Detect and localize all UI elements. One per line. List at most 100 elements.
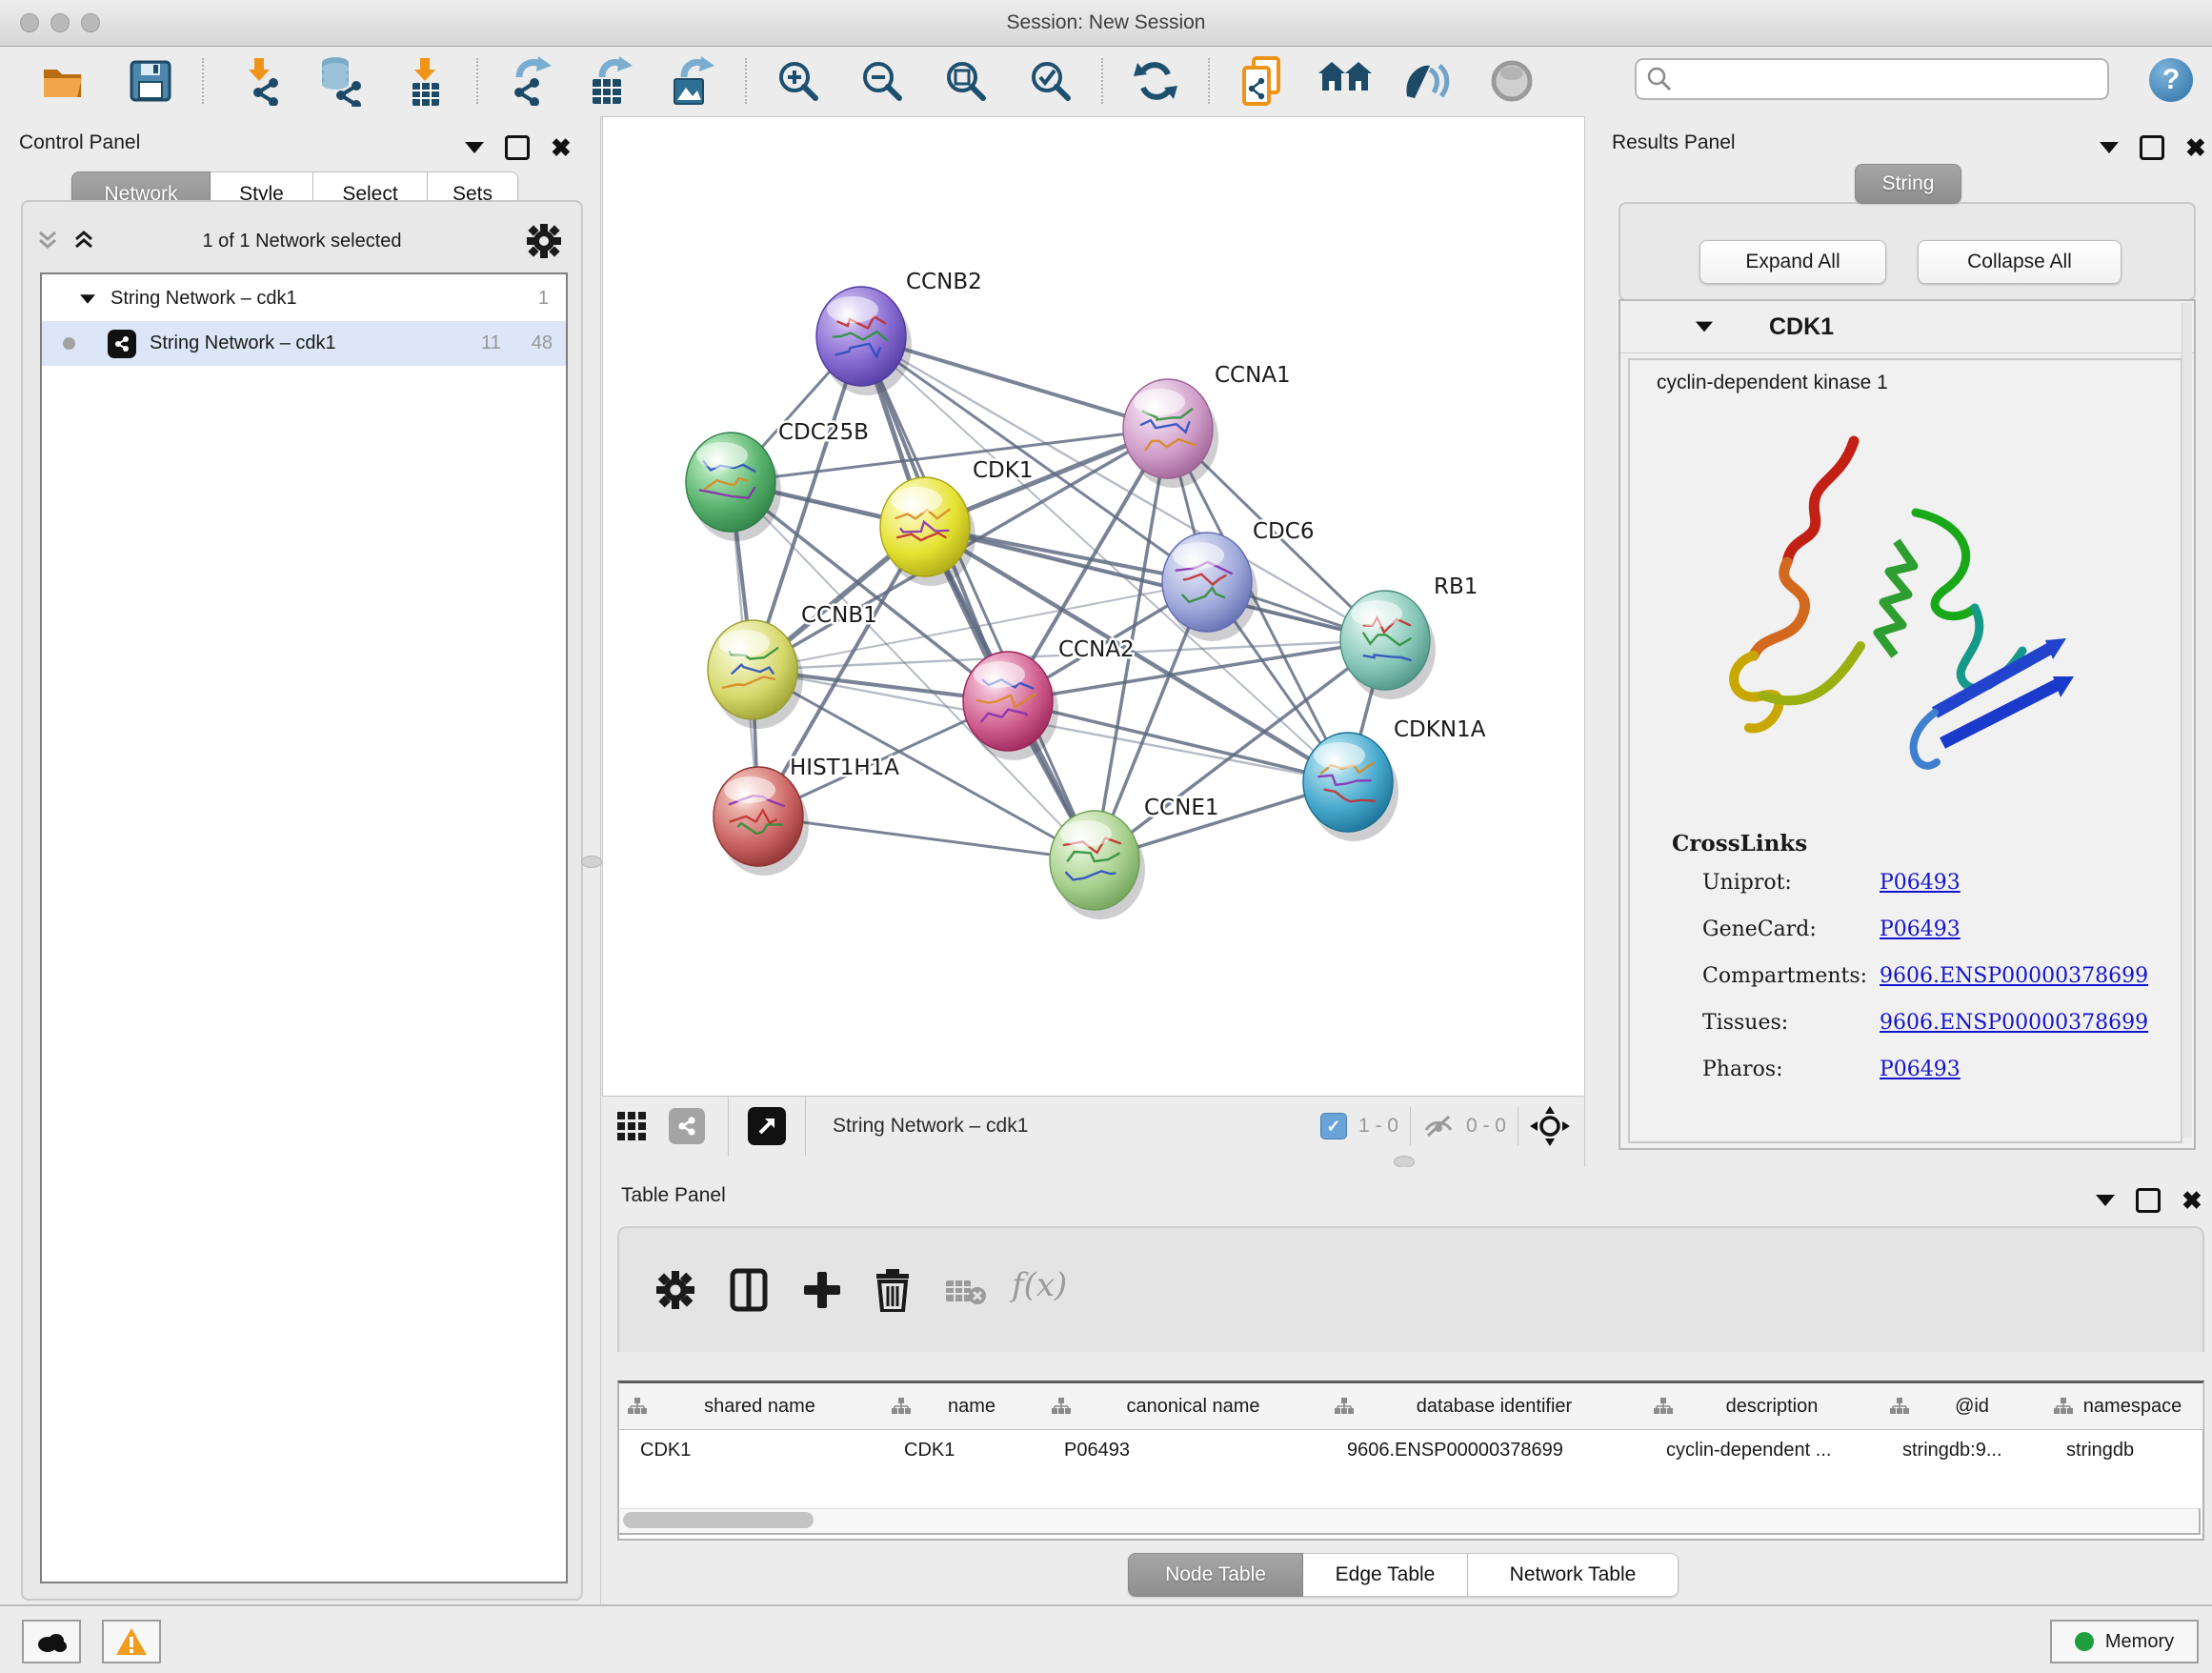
delete-table-button[interactable] bbox=[945, 1278, 987, 1311]
import-network-file-button[interactable] bbox=[233, 54, 287, 108]
panel-menu-icon[interactable] bbox=[2096, 1195, 2115, 1206]
table-cell[interactable]: CDK1 bbox=[619, 1429, 883, 1471]
network-canvas[interactable]: CCNB2CCNA1CDC25BCDK1CDC6RB1CCNB1CCNA2CDK… bbox=[602, 116, 1585, 1098]
cdk1-section-header[interactable]: CDK1 bbox=[1620, 301, 2194, 353]
export-table-button[interactable] bbox=[583, 54, 636, 108]
panel-float-icon[interactable] bbox=[2136, 1188, 2161, 1213]
table-cell[interactable]: CDK1 bbox=[883, 1429, 1043, 1471]
copy-network-button[interactable] bbox=[1237, 54, 1290, 108]
show-columns-button[interactable] bbox=[730, 1268, 768, 1317]
network-edge[interactable] bbox=[758, 816, 1095, 860]
zoom-out-button[interactable] bbox=[855, 54, 909, 108]
splitter-grip-left[interactable] bbox=[581, 856, 602, 868]
copy-network-icon bbox=[1238, 54, 1288, 108]
add-column-button[interactable] bbox=[802, 1270, 842, 1315]
view-grid-button[interactable] bbox=[602, 1097, 661, 1156]
tab-string[interactable]: String bbox=[1855, 164, 1961, 204]
table-options-gear-icon[interactable] bbox=[655, 1270, 695, 1315]
panel-close-icon[interactable]: ✖ bbox=[551, 138, 572, 157]
network-collection-row[interactable]: String Network – cdk1 1 bbox=[42, 276, 566, 321]
save-session-button[interactable] bbox=[124, 54, 177, 108]
panel-float-icon[interactable] bbox=[505, 135, 530, 160]
network-row[interactable]: String Network – cdk1 11 48 bbox=[42, 321, 566, 366]
column-header-name[interactable]: name bbox=[883, 1383, 1044, 1430]
table-cell[interactable]: stringdb bbox=[2045, 1429, 2202, 1471]
table-cell[interactable]: 9606.ENSP00000378699 bbox=[1326, 1429, 1645, 1471]
column-tree-icon bbox=[627, 1397, 648, 1416]
section-collapse-icon[interactable] bbox=[1696, 322, 1713, 333]
open-session-button[interactable] bbox=[36, 54, 90, 108]
collapse-all-button[interactable]: Collapse All bbox=[1918, 240, 2122, 284]
column-header-shared-name[interactable]: shared name bbox=[619, 1383, 884, 1430]
network-edge[interactable] bbox=[861, 336, 1095, 860]
delete-column-button[interactable] bbox=[875, 1268, 911, 1317]
collection-label: String Network – cdk1 bbox=[111, 288, 297, 310]
selected-checkbox-icon[interactable]: ✓ bbox=[1320, 1113, 1347, 1139]
table-cell[interactable]: cyclin-dependent ... bbox=[1645, 1429, 1881, 1471]
warning-button[interactable] bbox=[102, 1620, 161, 1663]
home-pages-button[interactable] bbox=[1318, 54, 1372, 108]
network-node-cdk1[interactable] bbox=[880, 477, 975, 586]
eye-button[interactable] bbox=[1485, 54, 1538, 108]
columns-icon bbox=[730, 1268, 768, 1312]
view-network-button[interactable] bbox=[669, 1108, 705, 1144]
crosslink-link[interactable]: P06493 bbox=[1880, 917, 1961, 941]
network-node-ccna1[interactable] bbox=[1123, 379, 1218, 488]
network-edge[interactable] bbox=[1008, 701, 1348, 782]
network-node-cdkn1a[interactable] bbox=[1303, 733, 1398, 841]
column-header--id[interactable]: @id bbox=[1881, 1383, 2046, 1430]
export-image-button[interactable] bbox=[665, 54, 718, 108]
zoom-fit-button[interactable] bbox=[939, 54, 993, 108]
crosslink-link[interactable]: 9606.ENSP00000378699 bbox=[1880, 1011, 2148, 1035]
help-button[interactable]: ? bbox=[2149, 58, 2193, 102]
memory-button[interactable]: Memory bbox=[2050, 1620, 2199, 1663]
panel-menu-icon[interactable] bbox=[465, 142, 484, 153]
crosslink-link[interactable]: 9606.ENSP00000378699 bbox=[1880, 964, 2148, 988]
hidden-eye-icon[interactable] bbox=[1422, 1113, 1455, 1139]
detach-view-button[interactable] bbox=[748, 1107, 786, 1145]
table-cell[interactable]: P06493 bbox=[1043, 1429, 1326, 1471]
panel-close-icon[interactable]: ✖ bbox=[2185, 138, 2206, 157]
refresh-button[interactable] bbox=[1129, 54, 1182, 108]
panel-close-icon[interactable]: ✖ bbox=[2182, 1191, 2202, 1210]
search-input[interactable] bbox=[1673, 68, 2107, 91]
column-header-database-identifier[interactable]: database identifier bbox=[1326, 1383, 1646, 1430]
tab-node-table[interactable]: Node Table bbox=[1128, 1553, 1303, 1597]
table-hscrollbar[interactable] bbox=[617, 1508, 2201, 1535]
crosslink-link[interactable]: P06493 bbox=[1880, 1058, 1961, 1081]
function-builder-button[interactable]: f(x) bbox=[1012, 1266, 1067, 1304]
import-network-database-button[interactable] bbox=[313, 54, 367, 108]
network-node-rb1[interactable] bbox=[1340, 591, 1436, 699]
import-table-file-button[interactable] bbox=[399, 54, 452, 108]
cloud-button[interactable] bbox=[22, 1620, 81, 1663]
collection-expand-icon[interactable] bbox=[80, 294, 95, 304]
network-node-ccne1[interactable] bbox=[1050, 811, 1145, 919]
results-scrollbar[interactable] bbox=[2182, 303, 2192, 1138]
column-header-namespace[interactable]: namespace bbox=[2045, 1383, 2203, 1430]
network-node-ccnb2[interactable] bbox=[816, 287, 912, 395]
birdseye-crosshair-icon[interactable] bbox=[1530, 1106, 1570, 1146]
column-tree-icon bbox=[1653, 1397, 1674, 1416]
network-node-cdc25b[interactable] bbox=[686, 433, 781, 541]
column-header-canonical-name[interactable]: canonical name bbox=[1043, 1383, 1327, 1430]
network-view-toolbar: String Network – cdk1 ✓ 1 - 0 0 - 0 bbox=[602, 1096, 1583, 1156]
search-box[interactable] bbox=[1635, 58, 2109, 100]
export-network-button[interactable] bbox=[504, 54, 557, 108]
panel-float-icon[interactable] bbox=[2140, 135, 2164, 160]
hide-panels-button[interactable] bbox=[1399, 54, 1453, 108]
string-network-graph[interactable]: CCNB2CCNA1CDC25BCDK1CDC6RB1CCNB1CCNA2CDK… bbox=[603, 117, 1584, 1097]
table-cell[interactable]: stringdb:9... bbox=[1881, 1429, 2045, 1471]
crosslink-link[interactable]: P06493 bbox=[1880, 871, 1961, 895]
column-header-description[interactable]: description bbox=[1645, 1383, 1882, 1430]
network-node-ccna2[interactable] bbox=[963, 652, 1058, 760]
tab-edge-table[interactable]: Edge Table bbox=[1303, 1553, 1468, 1597]
tab-network-table[interactable]: Network Table bbox=[1468, 1553, 1679, 1597]
zoom-in-button[interactable] bbox=[772, 54, 825, 108]
export-network-icon bbox=[506, 56, 555, 106]
expand-all-button[interactable]: Expand All bbox=[1699, 240, 1886, 284]
options-gear-icon[interactable] bbox=[526, 223, 562, 264]
panel-menu-icon[interactable] bbox=[2100, 142, 2119, 153]
table-hscrollbar-thumb[interactable] bbox=[623, 1512, 814, 1528]
network-node-hist1h1a[interactable] bbox=[714, 767, 809, 876]
zoom-selected-button[interactable] bbox=[1024, 54, 1077, 108]
